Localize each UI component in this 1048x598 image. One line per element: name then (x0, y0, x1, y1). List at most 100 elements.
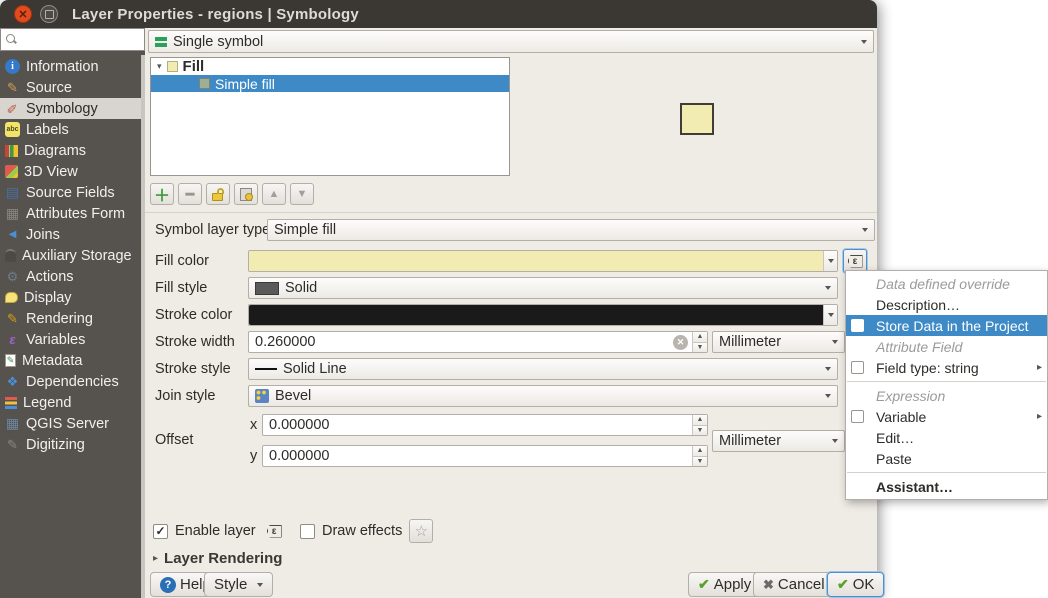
menu-checkbox-icon[interactable] (851, 410, 864, 423)
fill-color-picker[interactable] (248, 250, 838, 272)
offset-x-spinbox[interactable]: ▲▼ (262, 414, 708, 436)
spin-up-icon[interactable]: ▲ (693, 332, 707, 343)
lock-color-button[interactable] (206, 183, 230, 205)
sidebar-item-attributes-form[interactable]: Attributes Form (0, 203, 141, 224)
chevron-down-icon[interactable] (823, 305, 837, 325)
stroke-width-spinbox[interactable]: ✕ ▲▼ (248, 331, 708, 353)
sidebar-item-joins[interactable]: Joins (0, 224, 141, 245)
title-bar[interactable]: ✕ Layer Properties - regions | Symbology (0, 0, 877, 28)
sidebar-item-digitizing[interactable]: Digitizing (0, 434, 141, 455)
style-button[interactable]: Style (204, 572, 273, 597)
sidebar-item-display[interactable]: Display (0, 287, 141, 308)
fill-symbol-swatch-icon (167, 61, 178, 72)
menu-item-paste[interactable]: Paste (846, 448, 1047, 469)
sidebar-item-rendering[interactable]: Rendering (0, 308, 141, 329)
sidebar-item-source[interactable]: Source (0, 77, 141, 98)
symbol-tree-item-simple-fill[interactable]: Simple fill (151, 75, 509, 92)
sidebar-item-3d-view[interactable]: 3D View (0, 161, 141, 182)
sidebar-item-labels[interactable]: Labels (0, 119, 141, 140)
stroke-width-spinner[interactable]: ▲▼ (692, 332, 707, 352)
fill-style-value: Solid (285, 280, 317, 296)
chevron-down-icon (832, 439, 838, 443)
symbol-layer-type-combo[interactable]: Simple fill (267, 219, 875, 241)
chevron-down-icon (257, 583, 263, 587)
offset-x-input[interactable] (263, 417, 692, 433)
menu-checkbox-icon[interactable] (851, 361, 864, 374)
draw-effects-checkbox[interactable] (300, 524, 315, 539)
sidebar-item-actions[interactable]: Actions (0, 266, 141, 287)
offset-y-input[interactable] (263, 448, 692, 464)
enable-layer-label: Enable layer (175, 523, 256, 539)
search-input[interactable] (20, 30, 144, 49)
menu-item-field-type-string[interactable]: Field type: string▸ (846, 357, 1047, 378)
offset-y-spinbox[interactable]: ▲▼ (262, 445, 708, 467)
remove-symbol-layer-button[interactable]: ━ (178, 183, 202, 205)
fill-style-combo[interactable]: Solid (248, 277, 838, 299)
clear-value-icon[interactable]: ✕ (673, 335, 688, 350)
sidebar-item-metadata[interactable]: Metadata (0, 350, 141, 371)
menu-item-description[interactable]: Description… (846, 294, 1047, 315)
sidebar-item-symbology[interactable]: Symbology (0, 98, 141, 119)
spin-down-icon[interactable]: ▼ (693, 343, 707, 353)
tree-child-label: Simple fill (215, 76, 275, 92)
move-down-button[interactable]: ▼ (290, 183, 314, 205)
join-style-combo[interactable]: Bevel (248, 385, 838, 407)
spin-down-icon[interactable]: ▼ (693, 457, 707, 467)
enable-layer-checkbox[interactable] (153, 524, 168, 539)
stroke-width-unit-combo[interactable]: Millimeter (712, 331, 845, 353)
spin-down-icon[interactable]: ▼ (693, 426, 707, 436)
spin-up-icon[interactable]: ▲ (693, 415, 707, 426)
join-style-value: Bevel (275, 388, 311, 404)
add-symbol-layer-button[interactable]: ＋ (150, 183, 174, 205)
menu-item-assistant[interactable]: Assistant… (846, 476, 1047, 497)
sidebar-item-diagrams[interactable]: Diagrams (0, 140, 141, 161)
offset-unit-combo[interactable]: Millimeter (712, 430, 845, 452)
sidebar-item-information[interactable]: Information (0, 56, 141, 77)
menu-header-expression: Expression (846, 385, 1047, 406)
menu-checkbox-icon[interactable] (851, 319, 864, 332)
chevron-down-icon[interactable] (823, 251, 837, 271)
stroke-width-input[interactable] (249, 334, 673, 350)
sidebar-item-dependencies[interactable]: Dependencies (0, 371, 141, 392)
symbol-tree: ▾ Fill Simple fill (150, 57, 510, 176)
sidebar-item-qgis-server[interactable]: QGIS Server (0, 413, 141, 434)
sidebar-item-auxiliary-storage[interactable]: Auxiliary Storage (0, 245, 141, 266)
apply-button[interactable]: ✔ Apply (688, 572, 761, 597)
sidebar-item-legend[interactable]: Legend (0, 392, 141, 413)
ok-button[interactable]: ✔ OK (827, 572, 884, 597)
bevel-join-icon (255, 389, 269, 403)
maximize-square-icon (45, 10, 54, 19)
customize-effects-button[interactable]: ☆ (409, 519, 433, 543)
enable-layer-row: Enable layer ▾ (153, 519, 282, 543)
layer-rendering-section[interactable]: ▸ Layer Rendering (153, 550, 282, 567)
menu-item-store-data-in-the-project[interactable]: Store Data in the Project (846, 315, 1047, 336)
enable-layer-data-defined-override-icon[interactable]: ▾ (267, 525, 282, 538)
sidebar-item-source-fields[interactable]: Source Fields (0, 182, 141, 203)
menu-item-label: Variable (876, 409, 926, 425)
sidebar-search[interactable] (0, 28, 145, 51)
menu-item-variable[interactable]: Variable▸ (846, 406, 1047, 427)
cancel-button[interactable]: ✖ Cancel (753, 572, 835, 597)
renderer-combo[interactable]: Single symbol (148, 30, 874, 53)
symbol-tree-item-fill[interactable]: ▾ Fill (151, 58, 509, 75)
offset-label: Offset (155, 432, 193, 448)
maximize-window-icon[interactable] (40, 5, 58, 23)
menu-separator (847, 381, 1046, 382)
menu-item-label: Paste (876, 451, 912, 467)
menu-item-edit[interactable]: Edit… (846, 427, 1047, 448)
solid-fill-swatch-icon (255, 282, 279, 295)
offset-y-spinner[interactable]: ▲▼ (692, 446, 707, 466)
offset-x-spinner[interactable]: ▲▼ (692, 415, 707, 435)
sidebar-item-variables[interactable]: Variables (0, 329, 141, 350)
stroke-style-combo[interactable]: Solid Line (248, 358, 838, 380)
close-window-icon[interactable]: ✕ (14, 5, 32, 23)
collapsed-arrow-icon[interactable]: ▸ (153, 553, 158, 564)
menu-item-label: Store Data in the Project (876, 318, 1029, 334)
tree-expander-icon[interactable]: ▾ (157, 61, 162, 72)
ok-check-icon: ✔ (837, 576, 849, 593)
stroke-color-picker[interactable] (248, 304, 838, 326)
move-down-icon: ▼ (297, 188, 308, 200)
spin-up-icon[interactable]: ▲ (693, 446, 707, 457)
move-up-button[interactable]: ▲ (262, 183, 286, 205)
duplicate-symbol-layer-button[interactable] (234, 183, 258, 205)
